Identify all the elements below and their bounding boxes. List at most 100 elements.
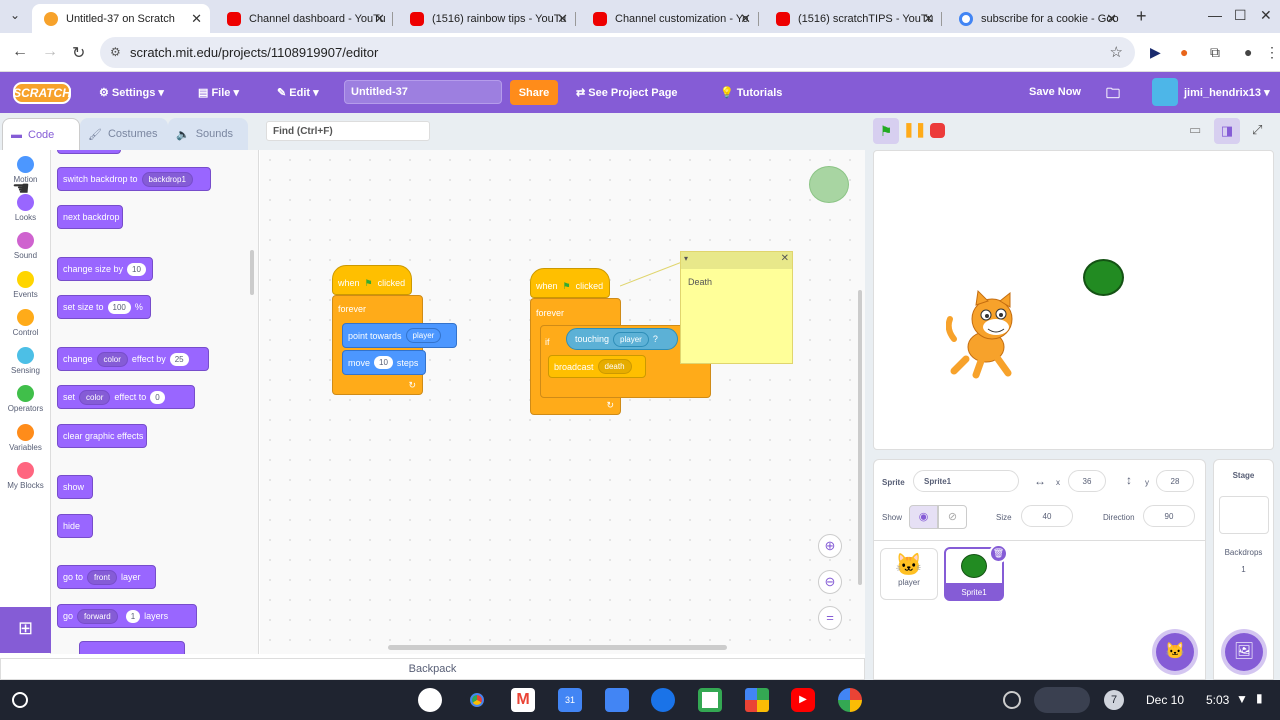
files-app-icon[interactable] (605, 688, 629, 712)
code-workspace[interactable]: when ⚑ clicked forever ↻ point towards play… (260, 150, 865, 654)
broadcast-block[interactable]: broadcast death (548, 355, 646, 378)
change-effect-block[interactable]: change color effect by 25 (57, 347, 209, 371)
back-icon[interactable]: ← (12, 43, 28, 61)
reload-icon[interactable]: ↻ (72, 43, 85, 63)
number-input[interactable]: 1 (125, 609, 141, 623)
time-text[interactable]: 5:03 (1206, 693, 1229, 707)
browser-tab[interactable]: Untitled-37 on Scratch ✕ (32, 4, 210, 33)
close-icon[interactable]: ✕ (781, 253, 789, 264)
number-input[interactable]: 10 (127, 262, 146, 276)
my-stuff-folder-icon[interactable]: 🗀 (1106, 83, 1120, 107)
see-project-page-button[interactable]: ⇄ See Project Page (576, 86, 678, 99)
number-input[interactable]: 0 (150, 390, 165, 404)
address-bar[interactable]: ⚙ scratch.mit.edu/projects/1108919907/ed… (100, 37, 1135, 68)
play-store-app-icon[interactable] (745, 688, 769, 712)
direction-input[interactable]: 90 (1143, 505, 1195, 527)
backdrop-dropdown[interactable]: backdrop1 (141, 171, 193, 187)
notification-badge[interactable]: 7 (1104, 690, 1124, 710)
stop-button[interactable] (930, 123, 945, 138)
chrome-app-icon[interactable] (465, 688, 489, 712)
close-icon[interactable]: ✕ (1106, 11, 1117, 27)
new-tab-icon[interactable]: + (1136, 6, 1147, 27)
maximize-icon[interactable]: ☐ (1234, 7, 1247, 24)
show-hidden-button[interactable]: ⊘ (938, 505, 967, 529)
sprite-tile-player[interactable]: 🐱 player (880, 548, 938, 600)
meet-app-icon[interactable] (698, 688, 722, 712)
category-variables[interactable]: Variables (0, 424, 51, 452)
close-icon[interactable]: ✕ (374, 11, 385, 27)
add-extension-button[interactable]: ⊞ (0, 607, 51, 653)
close-icon[interactable]: ✕ (191, 11, 202, 27)
screen-record-icon[interactable] (1003, 691, 1021, 709)
when-flag-clicked-block[interactable]: when ⚑ clicked (332, 265, 412, 295)
find-input[interactable]: Find (Ctrl+F) (266, 121, 430, 141)
close-icon[interactable]: ✕ (740, 11, 751, 27)
when-flag-clicked-block[interactable]: when ⚑ clicked (530, 268, 610, 298)
message-dropdown[interactable]: death (597, 359, 632, 374)
profile-icon[interactable]: ● (1244, 44, 1252, 60)
calendar-app-icon[interactable]: 31 (558, 688, 582, 712)
choose-sprite-button[interactable]: 🐱 (1156, 633, 1194, 671)
go-forward-layers-block[interactable]: go forward 1 layers (57, 604, 197, 628)
palette-scrollbar[interactable] (250, 250, 254, 295)
browser-tab[interactable]: subscribe for a cookie - Goo ✕ (947, 4, 1125, 33)
switch-backdrop-block[interactable]: switch backdrop to backdrop1 (57, 167, 211, 191)
go-to-layer-block[interactable]: go to front layer (57, 565, 156, 589)
bookmark-star-icon[interactable]: ☆ (1110, 43, 1123, 61)
browser-tab[interactable]: Channel customization - Yo ✕ (581, 4, 759, 33)
file-menu[interactable]: ▤ File ▾ (198, 86, 239, 99)
share-button[interactable]: Share (510, 80, 558, 105)
messages-app-icon[interactable] (651, 688, 675, 712)
show-block[interactable]: show (57, 475, 93, 499)
settings-menu[interactable]: ⚙ Settings ▾ (99, 86, 164, 99)
clear-effects-block[interactable]: clear graphic effects (57, 424, 147, 448)
green-flag-button[interactable]: ⚑ (873, 118, 899, 144)
tab-code[interactable]: ▬ Code (2, 118, 80, 150)
number-input[interactable]: 10 (374, 356, 393, 369)
photos-app-icon[interactable] (838, 688, 862, 712)
launcher-icon[interactable] (12, 692, 28, 708)
scratch-logo[interactable]: SCRATCH (13, 82, 71, 104)
normal-stage-button[interactable]: ◨ (1214, 118, 1240, 144)
stage-canvas[interactable] (873, 150, 1274, 450)
close-icon[interactable]: ✕ (923, 11, 934, 27)
effect-dropdown[interactable]: color (96, 351, 128, 367)
extension-icon[interactable]: ▶ (1150, 44, 1161, 61)
tab-search-icon[interactable]: ⌄ (10, 8, 20, 22)
target-dropdown[interactable]: player (405, 328, 442, 343)
comment-text[interactable]: Death (681, 269, 792, 295)
number-input[interactable]: 25 (169, 352, 189, 366)
sprite-name-input[interactable]: Sprite1 (913, 470, 1019, 492)
palette-block[interactable] (79, 641, 185, 654)
zoom-reset-button[interactable]: = (818, 606, 842, 630)
avatar[interactable] (1152, 78, 1178, 106)
tab-costumes[interactable]: 🖌 Costumes (80, 118, 168, 150)
next-backdrop-block[interactable]: next backdrop (57, 205, 123, 229)
effect-dropdown[interactable]: color (79, 389, 111, 405)
touching-block[interactable]: touching player? (566, 328, 678, 350)
category-events[interactable]: Events (0, 271, 51, 299)
zoom-in-button[interactable]: ⊕ (818, 534, 842, 558)
hide-block[interactable]: hide (57, 514, 93, 538)
tote-holding-space[interactable] (1034, 687, 1090, 713)
category-sound[interactable]: Sound (0, 232, 51, 260)
tutorials-button[interactable]: 💡 Tutorials (720, 86, 782, 99)
pause-button[interactable]: ❚❚ (903, 121, 926, 138)
close-icon[interactable]: ✕ (557, 11, 568, 27)
fullscreen-button[interactable]: ⤢ (1252, 122, 1262, 138)
extension-icon[interactable]: ● (1180, 44, 1188, 60)
account-menu[interactable]: jimi_hendrix13 ▾ (1184, 86, 1270, 99)
gmail-app-icon[interactable]: M (511, 688, 535, 712)
youtube-app-icon[interactable]: ▶ (791, 688, 815, 712)
backpack-header[interactable]: Backpack (0, 658, 865, 680)
palette-block[interactable] (57, 150, 121, 154)
edit-menu[interactable]: ✎ Edit ▾ (277, 86, 319, 99)
choose-backdrop-button[interactable]: 🖼 (1225, 633, 1263, 671)
layer-dropdown[interactable]: front (87, 569, 118, 585)
target-dropdown[interactable]: player (613, 331, 649, 347)
browser-tab[interactable]: (1516) rainbow tips - YouTu ✕ (398, 4, 576, 33)
site-info-icon[interactable]: ⚙ (110, 45, 121, 59)
category-control[interactable]: Control (0, 309, 51, 337)
battery-icon[interactable]: ▮ (1256, 691, 1263, 705)
date-text[interactable]: Dec 10 (1146, 693, 1184, 707)
